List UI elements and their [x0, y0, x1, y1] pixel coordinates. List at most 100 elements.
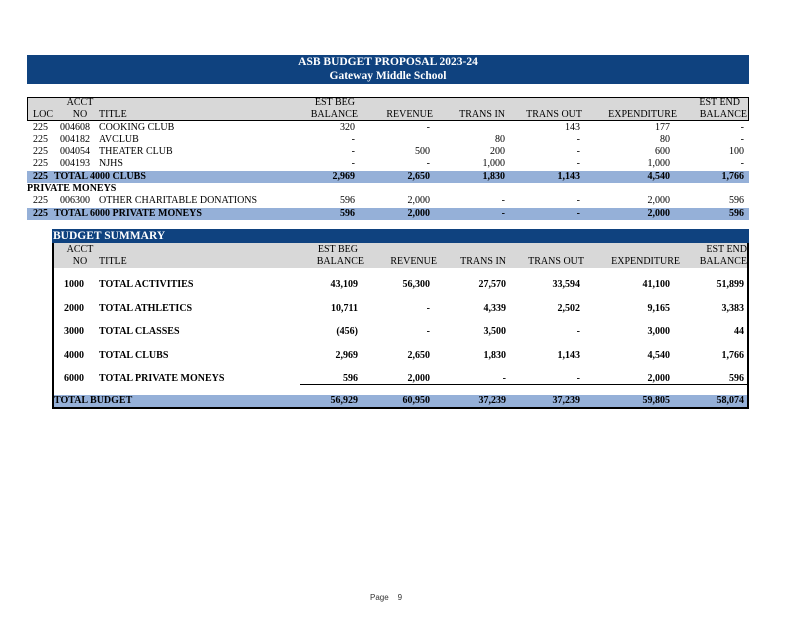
summary-title-cell: TOTAL ACTIVITIES	[99, 279, 194, 290]
summary-est-beg: (456)	[336, 326, 358, 337]
revenue-cell: 2,000	[407, 195, 431, 206]
summary-expenditure: 3,000	[647, 326, 671, 337]
loc-cell: 225	[33, 134, 48, 145]
col-estbeg-bottom: BALANCE	[310, 109, 358, 120]
col-acct-bottom: NO	[72, 109, 88, 120]
acct-cell: 004193	[60, 158, 90, 169]
table-row: 225 004193 NJHS - - 1,000 - 1,000 -	[0, 158, 800, 170]
summary-trans-in: 4,339	[483, 302, 507, 314]
loc-cell: 225	[33, 158, 48, 169]
revenue-cell: 500	[415, 146, 430, 157]
col-transout: TRANS OUT	[526, 109, 582, 120]
total-loc-cell: 225	[33, 171, 48, 182]
summary-row: 2000 TOTAL ATHLETICS 10,711 - 4,339 2,502 9,16…	[0, 303, 800, 315]
total-label: TOTAL 6000 PRIVATE MONEYS	[54, 208, 202, 219]
budget-summary-title: BUDGET SUMMARY	[52, 229, 749, 243]
summary-row: 1000 TOTAL ACTIVITIES 43,109 56,300 27,570 33…	[0, 279, 800, 291]
summary-header-row-1: ACCT EST BEG EST END	[0, 244, 800, 256]
summary-est-end: 1,766	[721, 349, 745, 361]
total-trans-out: 1,143	[557, 171, 581, 182]
summary-total-row: TOTAL BUDGET 56,929 60,950 37,239 37,239 59,8…	[54, 395, 747, 407]
table-row: 225 004182 AVCLUB - 80 - 80 -	[0, 134, 800, 146]
summary-total-trans-in: 37,239	[478, 395, 507, 406]
col-loc: LOC	[33, 109, 53, 120]
club-total-row: 225 TOTAL 4000 CLUBS 2,969 2,650 1,830 1,143 4…	[27, 171, 749, 183]
col-estend-top: EST END	[699, 97, 740, 108]
total-est-beg: 596	[340, 208, 355, 219]
summary-revenue: -	[426, 326, 430, 337]
est-beg-cell: 596	[340, 195, 355, 206]
sum-col-estbeg-top: EST BEG	[317, 244, 358, 255]
summary-acct-cell: 2000	[64, 302, 84, 314]
title-cell: AVCLUB	[99, 134, 139, 145]
col-estend-bottom: BALANCE	[699, 109, 747, 120]
title-cell: COOKING CLUB	[99, 122, 175, 133]
est-beg-cell: -	[351, 134, 355, 145]
est-end-cell: -	[740, 158, 744, 169]
summary-acct-cell: 6000	[64, 373, 84, 384]
trans-in-cell: 1,000	[482, 158, 506, 169]
trans-in-cell: 200	[490, 146, 505, 157]
sum-col-transout: TRANS OUT	[528, 256, 584, 267]
sum-col-title: TITLE	[99, 256, 127, 267]
summary-underline	[300, 384, 747, 385]
summary-revenue: 56,300	[402, 279, 431, 290]
summary-total-label: TOTAL BUDGET	[54, 395, 133, 406]
report-title: ASB BUDGET PROPOSAL 2023-24	[298, 56, 478, 68]
summary-expenditure: 41,100	[642, 279, 671, 290]
summary-title-cell: TOTAL CLASSES	[99, 326, 180, 337]
trans-out-cell: -	[576, 195, 580, 206]
summary-total-est-beg: 56,929	[330, 395, 359, 406]
trans-out-cell: -	[576, 158, 580, 169]
col-transin: TRANS IN	[459, 109, 505, 120]
column-header-row-2: LOC NO TITLE BALANCE REVENUE TRANS IN TR…	[0, 109, 800, 121]
expenditure-cell: 1,000	[647, 158, 671, 169]
summary-revenue: 2,650	[407, 349, 431, 361]
total-trans-in: 1,830	[482, 171, 506, 182]
est-end-cell: 100	[729, 146, 744, 157]
total-trans-out: -	[576, 208, 580, 219]
summary-trans-out: 33,594	[552, 279, 581, 290]
trans-out-cell: -	[576, 134, 580, 145]
total-label: TOTAL 4000 CLUBS	[54, 171, 146, 182]
sum-col-acct-top: ACCT	[66, 244, 94, 255]
total-est-end: 1,766	[721, 171, 745, 182]
summary-expenditure: 4,540	[647, 349, 671, 361]
summary-est-beg: 10,711	[331, 302, 358, 314]
sum-col-estend-bottom: BALANCE	[699, 256, 747, 267]
title-cell: OTHER CHARITABLE DONATIONS	[99, 195, 258, 206]
title-cell: THEATER CLUB	[99, 146, 173, 157]
summary-row: 4000 TOTAL CLUBS 2,969 2,650 1,830 1,143 4,540…	[0, 350, 800, 362]
summary-acct-cell: 3000	[64, 326, 84, 337]
acct-cell: 006300	[60, 195, 90, 206]
loc-cell: 225	[33, 195, 48, 206]
sum-col-estend-top: EST END	[706, 244, 747, 255]
summary-est-end: 51,899	[716, 279, 745, 290]
total-est-beg: 2,969	[332, 171, 356, 182]
est-beg-cell: -	[351, 158, 355, 169]
summary-total-est-end: 58,074	[716, 395, 745, 406]
summary-total-trans-out: 37,239	[552, 395, 581, 406]
column-header-row-1: ACCT EST BEG EST END	[0, 97, 800, 109]
est-end-cell: -	[740, 134, 744, 145]
summary-title-cell: TOTAL ATHLETICS	[99, 302, 193, 314]
trans-in-cell: -	[501, 195, 505, 206]
report-header: ASB BUDGET PROPOSAL 2023-24 Gateway Midd…	[27, 55, 749, 84]
sum-col-estbeg-bottom: BALANCE	[316, 256, 364, 267]
page-number: 9	[397, 593, 403, 602]
table-row: 225 004054 THEATER CLUB - 500 200 - 600 100	[0, 146, 800, 158]
summary-header-row-2: NO TITLE BALANCE REVENUE TRANS IN TRANS …	[0, 256, 800, 268]
summary-acct-cell: 1000	[64, 279, 84, 290]
est-beg-cell: -	[351, 146, 355, 157]
summary-trans-in: 27,570	[478, 279, 507, 290]
total-revenue: 2,650	[407, 171, 431, 182]
expenditure-cell: 177	[655, 122, 670, 133]
summary-trans-out: 1,143	[557, 349, 581, 361]
sum-col-revenue: REVENUE	[390, 256, 437, 267]
loc-cell: 225	[33, 122, 48, 133]
total-expenditure: 2,000	[647, 208, 671, 219]
trans-out-cell: -	[576, 146, 580, 157]
summary-est-end: 44	[734, 326, 744, 337]
acct-cell: 004054	[60, 146, 90, 157]
summary-total-revenue: 60,950	[402, 395, 431, 406]
